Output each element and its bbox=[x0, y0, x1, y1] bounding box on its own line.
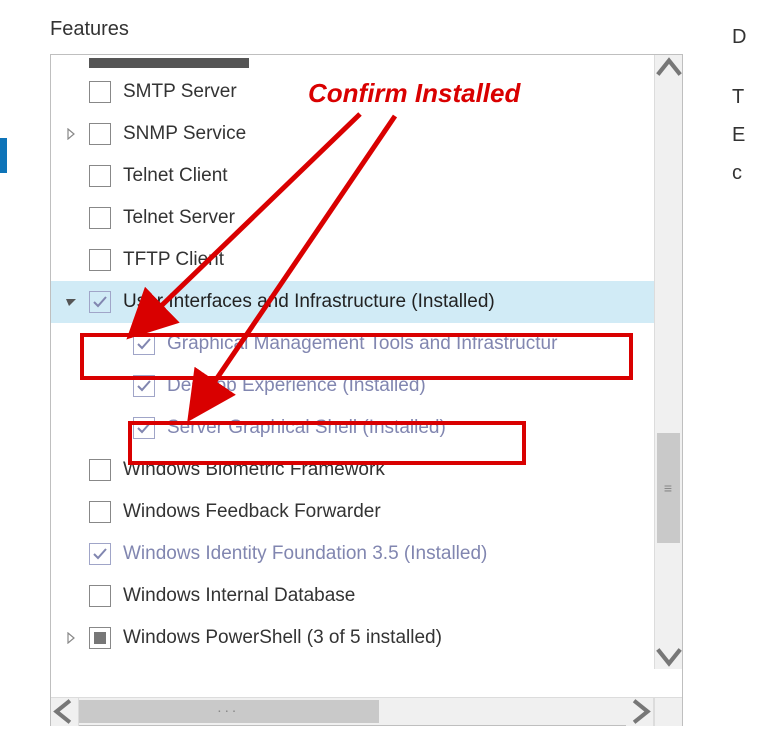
tree-item-telnetc[interactable]: Telnet Client bbox=[51, 155, 655, 197]
section-title: Features bbox=[50, 18, 129, 41]
tree-item-wps[interactable]: Windows PowerShell (3 of 5 installed) bbox=[51, 617, 655, 659]
checkbox[interactable] bbox=[89, 627, 111, 649]
tree-item-gmt[interactable]: Graphical Management Tools and Infrastru… bbox=[51, 323, 655, 365]
checkbox[interactable] bbox=[133, 333, 155, 355]
checkbox[interactable] bbox=[89, 291, 111, 313]
vscroll-thumb[interactable]: ≡ bbox=[657, 433, 680, 543]
tree-item-bio[interactable]: Windows Biometric Framework bbox=[51, 449, 655, 491]
tree-item-label: Graphical Management Tools and Infrastru… bbox=[167, 333, 557, 355]
checkbox[interactable] bbox=[133, 375, 155, 397]
hscroll-track[interactable]: ··· bbox=[79, 698, 626, 725]
hscroll-thumb[interactable]: ··· bbox=[79, 700, 379, 723]
checkbox[interactable] bbox=[89, 81, 111, 103]
horizontal-scrollbar[interactable]: ··· bbox=[51, 697, 682, 725]
tree-item-label: Windows Internal Database bbox=[123, 585, 355, 607]
annotation-label: Confirm Installed bbox=[308, 78, 520, 109]
scroll-corner bbox=[654, 698, 682, 726]
expander-icon[interactable] bbox=[61, 632, 81, 644]
tree-item-label: Windows PowerShell (3 of 5 installed) bbox=[123, 627, 442, 649]
checkbox[interactable] bbox=[89, 249, 111, 271]
tree-item-ui[interactable]: User Interfaces and Infrastructure (Inst… bbox=[51, 281, 655, 323]
tree-item-shell[interactable]: Server Graphical Shell (Installed) bbox=[51, 407, 655, 449]
tree-item-label: TFTP Client bbox=[123, 249, 224, 271]
scroll-up-icon[interactable] bbox=[655, 55, 683, 83]
tree-item-snmp[interactable]: SNMP Service bbox=[51, 113, 655, 155]
tree-item-label: Server Graphical Shell (Installed) bbox=[167, 417, 446, 439]
tree-item-label: Telnet Server bbox=[123, 207, 235, 229]
checkbox[interactable] bbox=[133, 417, 155, 439]
side-e: E bbox=[732, 116, 746, 154]
checkbox[interactable] bbox=[89, 123, 111, 145]
tree-item-label: User Interfaces and Infrastructure (Inst… bbox=[123, 291, 495, 313]
features-list: SMTP Server SNMP Service Telnet Client Teln… bbox=[51, 55, 682, 697]
tree-item-label: Telnet Client bbox=[123, 165, 228, 187]
expander-icon[interactable] bbox=[61, 128, 81, 140]
scroll-left-icon[interactable] bbox=[51, 698, 79, 726]
checkbox[interactable] bbox=[89, 459, 111, 481]
tree-item-feed[interactable]: Windows Feedback Forwarder bbox=[51, 491, 655, 533]
checkbox[interactable] bbox=[89, 585, 111, 607]
scroll-down-icon[interactable] bbox=[655, 641, 683, 669]
checkbox[interactable] bbox=[89, 543, 111, 565]
tree-item-label: SNMP Service bbox=[123, 123, 246, 145]
tree-item-wif[interactable]: Windows Identity Foundation 3.5 (Install… bbox=[51, 533, 655, 575]
accent-bar bbox=[0, 138, 7, 173]
side-column-text: D T E c bbox=[732, 18, 746, 192]
tree-item-tftp[interactable]: TFTP Client bbox=[51, 239, 655, 281]
tree-item-label: Windows Biometric Framework bbox=[123, 459, 385, 481]
tree-item-label: Windows Feedback Forwarder bbox=[123, 501, 381, 523]
features-panel: SMTP Server SNMP Service Telnet Client Teln… bbox=[50, 54, 683, 726]
side-t: T bbox=[732, 78, 746, 116]
expander-icon[interactable] bbox=[61, 297, 81, 307]
tree-item-label: SMTP Server bbox=[123, 81, 237, 103]
checkbox[interactable] bbox=[89, 165, 111, 187]
tree-item-label: Windows Identity Foundation 3.5 (Install… bbox=[123, 543, 487, 565]
tree-item-cutoff bbox=[51, 55, 655, 71]
scroll-right-icon[interactable] bbox=[626, 698, 654, 726]
checkbox[interactable] bbox=[89, 501, 111, 523]
checkbox[interactable] bbox=[89, 207, 111, 229]
vscroll-track[interactable]: ≡ bbox=[655, 83, 682, 641]
tree-item-widb[interactable]: Windows Internal Database bbox=[51, 575, 655, 617]
side-c: c bbox=[732, 154, 746, 192]
side-d: D bbox=[732, 18, 746, 56]
tree-item-label: Desktop Experience (Installed) bbox=[167, 375, 426, 397]
tree-item-desk[interactable]: Desktop Experience (Installed) bbox=[51, 365, 655, 407]
tree-item-telnets[interactable]: Telnet Server bbox=[51, 197, 655, 239]
vertical-scrollbar[interactable]: ≡ bbox=[654, 55, 682, 669]
